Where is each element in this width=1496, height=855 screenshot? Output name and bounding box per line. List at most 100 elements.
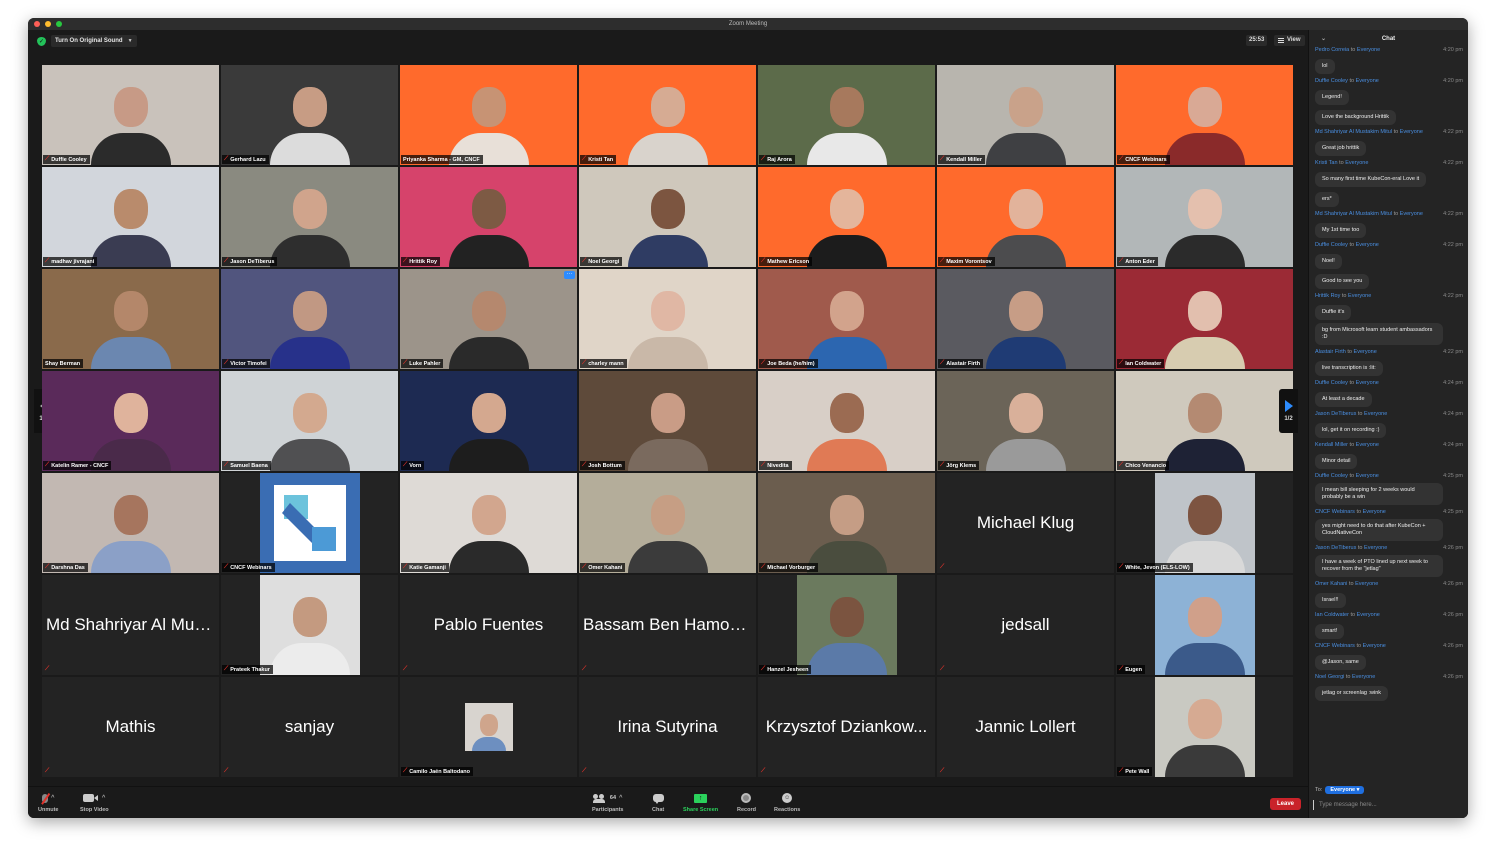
chat-timestamp: 4:24 pm <box>1443 380 1463 386</box>
participant-name-tag: ⟋ Alastair Firth <box>938 359 984 368</box>
participant-tile[interactable]: ⟋ Pete Wall <box>1116 677 1293 777</box>
leave-button[interactable]: Leave <box>1270 798 1301 810</box>
chevron-down-icon[interactable]: ▼ <box>128 38 133 44</box>
participant-tile[interactable]: ⟋ Prateek Thakur <box>221 575 398 675</box>
recipient-dropdown[interactable]: Everyone ▾ <box>1325 786 1365 794</box>
participant-face <box>1187 87 1222 127</box>
chat-message-list[interactable]: Pedro Correia to Everyone 4:20 pm lol Duffi… <box>1309 43 1468 778</box>
reactions-button[interactable]: ☺ Reactions <box>774 791 800 813</box>
participant-tile[interactable]: ⟋ Gerhard Lazu <box>221 65 398 165</box>
original-sound-button[interactable]: Turn On Original Sound ▼ <box>51 35 137 47</box>
participants-chevron-icon[interactable]: ^ <box>619 795 623 801</box>
chat-sender[interactable]: Kendall Miller <box>1315 442 1348 448</box>
participant-tile[interactable]: Jannic Lollert ⟋ <box>937 677 1114 777</box>
more-options-icon[interactable]: ··· <box>564 271 575 279</box>
chat-sender[interactable]: Md Shahriyar Al Mustakim Mitul <box>1315 211 1392 217</box>
participant-tile[interactable]: ⟋ Alastair Firth <box>937 269 1114 369</box>
chat-sender[interactable]: CNCF Webinars <box>1315 509 1355 515</box>
participant-tile[interactable]: ⟋ Michael Vorburger <box>758 473 935 573</box>
participant-tile[interactable]: ⟋ Hrittik Roy <box>400 167 577 267</box>
participant-name-tag: ⟋ <box>938 665 947 674</box>
participant-tile[interactable]: ⟋ Luke Pahler ··· <box>400 269 577 369</box>
chat-sender-line: Md Shahriyar Al Mustakim Mitul to Everyo… <box>1315 129 1423 136</box>
participant-tile[interactable]: ⟋ Katie Gamanji <box>400 473 577 573</box>
chat-sender[interactable]: Duffie Cooley <box>1315 242 1348 248</box>
participant-video <box>221 167 398 267</box>
participant-tile[interactable]: Priyanka Sharma - GM, CNCF <box>400 65 577 165</box>
chat-sender[interactable]: Omer Kahani <box>1315 581 1347 587</box>
participant-tile[interactable]: ⟋ CNCF Webinars <box>221 473 398 573</box>
participant-tile[interactable]: ⟋ Darshna Das <box>42 473 219 573</box>
participant-tile[interactable]: ⟋ Chico Venancio <box>1116 371 1293 471</box>
participant-tile[interactable]: ⟋ Nivedita <box>758 371 935 471</box>
participant-tile[interactable]: Krzysztof Dziankow... ⟋ <box>758 677 935 777</box>
chat-sender[interactable]: CNCF Webinars <box>1315 643 1355 649</box>
chat-timestamp: 4:24 pm <box>1443 442 1463 448</box>
chat-sender[interactable]: Ian Coldwater <box>1315 612 1349 618</box>
chat-sender[interactable]: Duffie Cooley <box>1315 473 1348 479</box>
participant-tile[interactable]: Shay Berman <box>42 269 219 369</box>
participant-tile[interactable]: ⟋ Hanzel Jesheen <box>758 575 935 675</box>
participant-name-tag: ⟋ Kristi Tan <box>580 155 617 164</box>
participant-tile[interactable]: ⟋ CNCF Webinars <box>1116 65 1293 165</box>
participant-tile[interactable]: ⟋ Vorn <box>400 371 577 471</box>
participant-tile[interactable]: ⟋ Samuel Baena <box>221 371 398 471</box>
share-screen-button[interactable]: ↑ Share Screen <box>683 791 718 813</box>
participants-button[interactable]: 64 ^ Participants <box>592 791 623 813</box>
participant-tile[interactable]: ⟋ Katelin Ramer - CNCF <box>42 371 219 471</box>
chat-sender[interactable]: Pedro Correia <box>1315 47 1349 53</box>
chat-sender[interactable]: Jason DeTiberus <box>1315 545 1356 551</box>
participant-tile[interactable]: Bassam Ben Hamou... ⟋ <box>579 575 756 675</box>
muted-microphone-icon: ⟋ <box>45 564 50 570</box>
participant-tile[interactable]: ⟋ Raj Arora <box>758 65 935 165</box>
participant-name-tag: ⟋ White, Jevon (ELS-LOW) <box>1117 563 1193 572</box>
chat-sender[interactable]: Md Shahriyar Al Mustakim Mitul <box>1315 129 1392 135</box>
participant-tile[interactable]: Pablo Fuentes ⟋ <box>400 575 577 675</box>
participant-tile[interactable]: ⟋ Kendall Miller <box>937 65 1114 165</box>
participant-tile[interactable]: ⟋ Eugen <box>1116 575 1293 675</box>
participant-tile[interactable]: Mathis ⟋ <box>42 677 219 777</box>
participant-tile[interactable]: ⟋ Josh Bottum <box>579 371 756 471</box>
participant-tile[interactable]: ⟋ Mathew Ericson <box>758 167 935 267</box>
participant-tile[interactable]: ⟋ madhav jivrajani <box>42 167 219 267</box>
chat-sender[interactable]: Hrittik Roy <box>1315 293 1340 299</box>
participant-tile[interactable]: ⟋ Noel Georgi <box>579 167 756 267</box>
stop-video-button[interactable]: ^ Stop Video <box>80 791 109 813</box>
next-page-button[interactable]: 1/2 <box>1279 389 1298 433</box>
participant-tile[interactable]: ⟋ Kristi Tan <box>579 65 756 165</box>
unmute-button[interactable]: ^ Unmute <box>38 791 58 813</box>
chat-sender[interactable]: Duffie Cooley <box>1315 78 1348 84</box>
audio-options-chevron-icon[interactable]: ^ <box>51 795 55 801</box>
participant-tile[interactable]: sanjay ⟋ <box>221 677 398 777</box>
participant-tile[interactable]: ⟋ Maxim Vorontsov <box>937 167 1114 267</box>
video-options-chevron-icon[interactable]: ^ <box>102 795 106 801</box>
participant-tile[interactable]: ⟋ Omer Kahani <box>579 473 756 573</box>
chat-sender[interactable]: Kristi Tan <box>1315 160 1338 166</box>
participant-tile[interactable]: ⟋ Joe Beda (he/him) <box>758 269 935 369</box>
chat-sender[interactable]: Jason DeTiberus <box>1315 411 1356 417</box>
participant-tile[interactable]: ⟋ Ian Coldwater <box>1116 269 1293 369</box>
chat-to-word: to <box>1350 47 1356 53</box>
participant-tile[interactable]: jedsall ⟋ <box>937 575 1114 675</box>
participant-tile[interactable]: ⟋ Jason DeTiberus <box>221 167 398 267</box>
participant-tile[interactable]: ⟋ White, Jevon (ELS-LOW) <box>1116 473 1293 573</box>
participant-tile[interactable]: Md Shahriyar Al Mus... ⟋ <box>42 575 219 675</box>
chat-message-header: Duffie Cooley to Everyone 4:24 pm <box>1315 380 1463 387</box>
participant-tile[interactable]: ⟋ Victor Timofei <box>221 269 398 369</box>
chat-sender[interactable]: Alastair Firth <box>1315 349 1346 355</box>
participant-tile[interactable]: Irina Sutyrina ⟋ <box>579 677 756 777</box>
participant-tile[interactable]: ⟋ Jörg Klems <box>937 371 1114 471</box>
chat-button[interactable]: Chat <box>652 791 664 813</box>
record-button[interactable]: Record <box>737 791 756 813</box>
chat-message-input[interactable]: Type message here... <box>1313 800 1463 810</box>
encryption-shield-icon[interactable]: ✓ <box>37 37 46 46</box>
chat-sender-line: Duffie Cooley to Everyone <box>1315 242 1379 249</box>
participant-tile[interactable]: ⟋ charley mann <box>579 269 756 369</box>
participant-tile[interactable]: ⟋ Camilo Jaén Baltodano <box>400 677 577 777</box>
participant-tile[interactable]: Michael Klug ⟋ <box>937 473 1114 573</box>
participant-tile[interactable]: ⟋ Anton Eder <box>1116 167 1293 267</box>
chat-sender[interactable]: Duffie Cooley <box>1315 380 1348 386</box>
participant-tile[interactable]: ⟋ Duffie Cooley <box>42 65 219 165</box>
view-button[interactable]: View <box>1274 35 1305 46</box>
chat-sender[interactable]: Noel Georgi <box>1315 674 1344 680</box>
